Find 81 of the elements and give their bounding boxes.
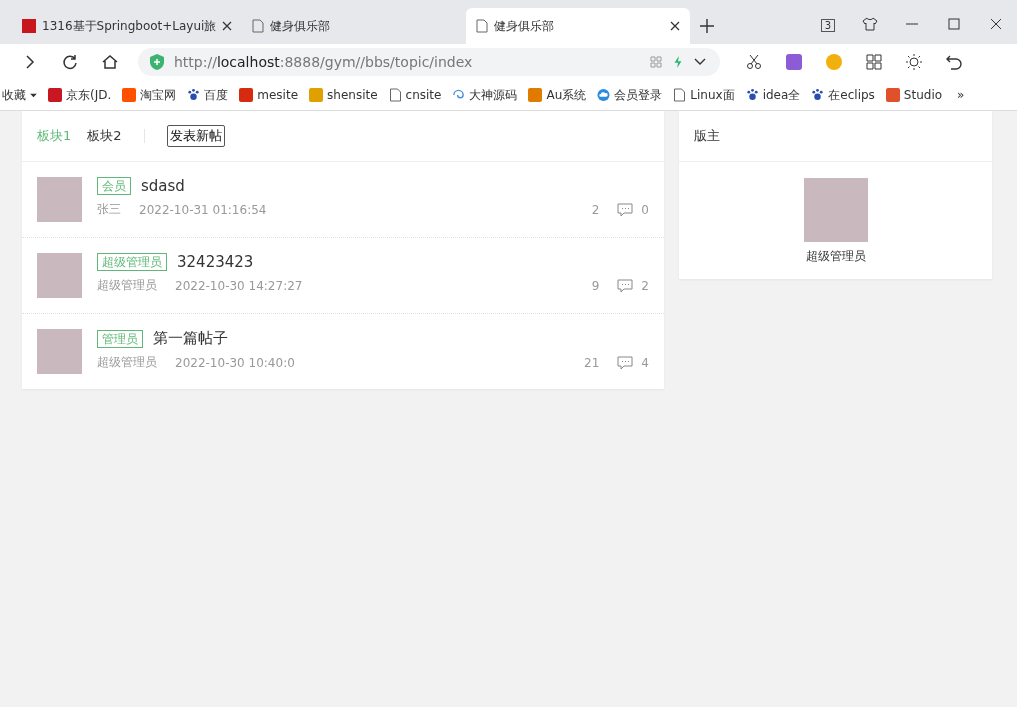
shirt-icon[interactable]: [862, 16, 878, 32]
avatar-photo-placeholder: [37, 253, 82, 298]
paw-icon: [811, 88, 825, 102]
caret-icon: [30, 92, 37, 98]
panel-title: 版主: [694, 127, 720, 145]
post-author: 超级管理员: [97, 354, 157, 371]
home-icon[interactable]: [102, 54, 118, 70]
comment-count: 0: [641, 202, 649, 217]
bookmark-item[interactable]: 淘宝网: [122, 86, 177, 104]
avatar-photo-placeholder: [803, 178, 868, 242]
tab-title: 健身俱乐部: [270, 17, 332, 35]
shield-icon: [150, 54, 164, 70]
tab-title: 1316基于Springboot+Layui旅: [42, 17, 217, 35]
new-post-button[interactable]: 发表新帖: [166, 125, 225, 147]
tab-title: 健身俱乐部: [494, 17, 556, 35]
post-author: 张三: [97, 201, 121, 218]
cloud-icon: [597, 88, 611, 102]
page-icon: [388, 88, 402, 102]
bookmark-item[interactable]: idea全: [745, 86, 801, 104]
comment-icon: [617, 355, 634, 370]
post-title[interactable]: sdasd: [141, 177, 185, 195]
avatar-photo-placeholder: [37, 177, 82, 222]
close-icon[interactable]: [988, 16, 1004, 32]
more-bookmarks[interactable]: »: [957, 88, 965, 102]
bookmark-item[interactable]: 在eclips: [811, 86, 875, 104]
bookmark-item[interactable]: 大神源码: [452, 86, 518, 104]
post-author: 超级管理员: [97, 277, 157, 294]
site-favicon-icon: [528, 88, 543, 102]
close-icon[interactable]: [222, 21, 233, 31]
page-icon: [476, 19, 489, 33]
site-favicon-icon: [309, 88, 324, 102]
page-icon: [673, 88, 687, 102]
site-favicon-icon: [48, 88, 62, 102]
view-count: 9: [591, 278, 600, 293]
maximize-icon[interactable]: [946, 16, 962, 32]
browser-tab[interactable]: 健身俱乐部: [466, 8, 691, 44]
bookmark-item[interactable]: 京东(JD.: [48, 86, 112, 104]
bookmark-item[interactable]: Au系统: [528, 86, 587, 104]
post-time: 2022-10-30 14:27:27: [175, 278, 303, 293]
site-favicon-icon: [885, 88, 900, 102]
post-title[interactable]: 第一篇帖子: [153, 329, 228, 348]
view-count: 2: [591, 202, 600, 217]
comment-icon: [617, 202, 634, 217]
site-favicon-icon: [22, 19, 36, 33]
bookmark-item[interactable]: 会员登录: [597, 86, 663, 104]
comment-count: 4: [641, 355, 649, 370]
undo-icon[interactable]: [946, 54, 962, 70]
bookmark-item[interactable]: cnsite: [388, 88, 442, 102]
reload-icon[interactable]: [62, 54, 78, 70]
tab-count[interactable]: 3: [820, 19, 835, 32]
post-time: 2022-10-30 10:40:0: [175, 355, 295, 370]
bookmark-item[interactable]: 百度: [187, 86, 229, 104]
browser-tab[interactable]: 健身俱乐部: [242, 8, 467, 44]
scissors-icon[interactable]: [746, 54, 762, 70]
site-favicon-icon: [122, 88, 137, 102]
bookmark-item[interactable]: Studio: [885, 88, 943, 102]
post-time: 2022-10-31 01:16:54: [139, 202, 267, 217]
role-badge: 会员: [97, 177, 131, 195]
section-tab[interactable]: 板块2: [87, 127, 122, 145]
view-count: 21: [584, 355, 600, 370]
avatar-photo-placeholder: [37, 329, 82, 374]
role-badge: 管理员: [97, 329, 143, 348]
paw-icon: [745, 88, 759, 102]
sun-icon[interactable]: [906, 54, 922, 70]
role-badge: 超级管理员: [97, 253, 167, 271]
comment-icon: [617, 278, 634, 293]
close-icon[interactable]: [670, 21, 681, 31]
bookmark-item[interactable]: shensite: [309, 88, 378, 102]
moderator-name[interactable]: 超级管理员: [805, 248, 866, 265]
comment-count: 2: [641, 278, 649, 293]
browser-tab[interactable]: 1316基于Springboot+Layui旅: [12, 8, 243, 44]
paw-icon: [187, 88, 201, 102]
bookmark-item[interactable]: Linux面: [673, 86, 735, 104]
post-title[interactable]: 32423423: [177, 253, 254, 271]
bookmark-item[interactable]: 收藏: [2, 86, 37, 104]
site-favicon-icon: [239, 88, 254, 102]
address-bar[interactable]: http://localhost:8888/gym//bbs/topic/index: [138, 48, 720, 76]
page-icon: [252, 19, 265, 33]
new-tab-icon[interactable]: [700, 19, 715, 33]
grid-icon[interactable]: [866, 54, 882, 70]
bookmark-item[interactable]: mesite: [239, 88, 299, 102]
